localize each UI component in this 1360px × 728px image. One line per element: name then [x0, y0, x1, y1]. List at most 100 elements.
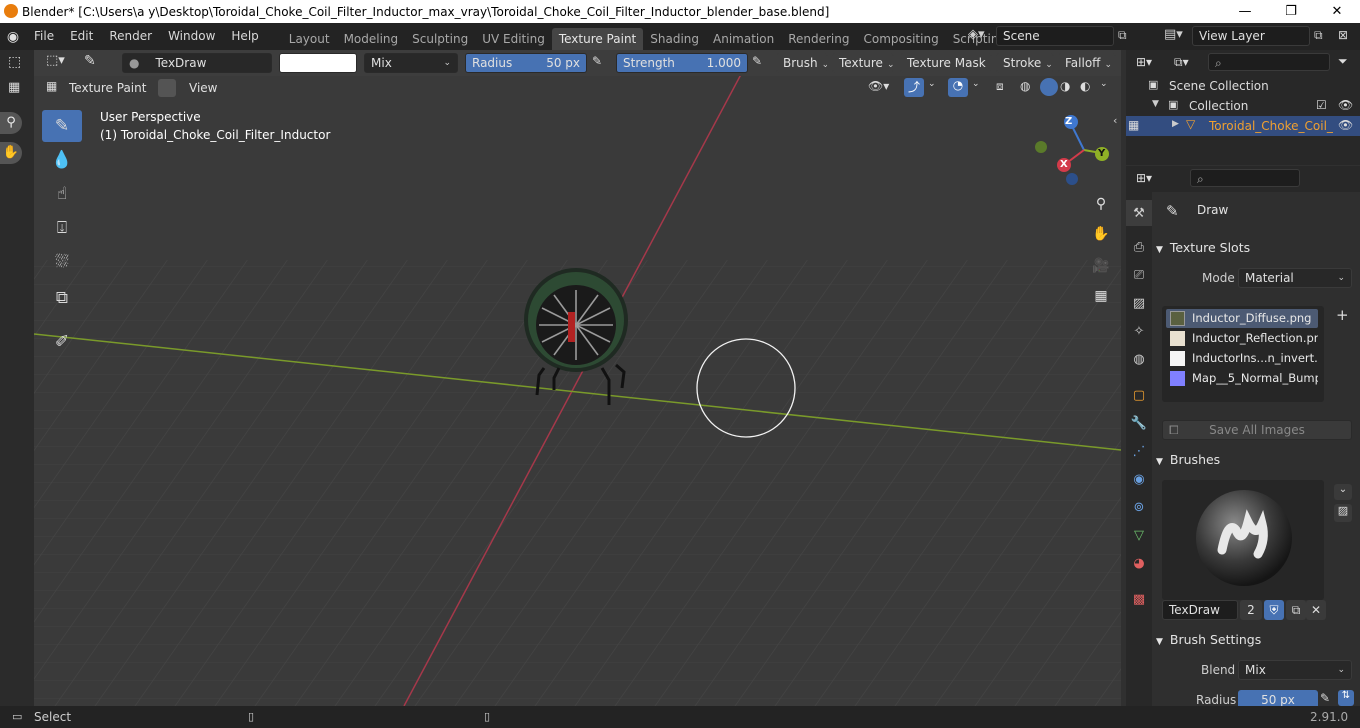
add-texture-slot-button[interactable]: + — [1336, 306, 1349, 324]
object-tab-icon[interactable]: ▢ — [1126, 382, 1152, 408]
filter-icon[interactable]: ⏷ — [1338, 54, 1348, 69]
texture-slots-panel-header[interactable]: ▼ Texture Slots — [1156, 237, 1356, 259]
properties-search-input[interactable]: ⌕ — [1190, 169, 1300, 187]
tab-texture-paint[interactable]: Texture Paint — [551, 27, 644, 50]
gizmo-y-label[interactable]: Y — [1098, 148, 1105, 159]
brush-preview[interactable] — [1162, 480, 1324, 600]
menu-render[interactable]: Render — [101, 23, 160, 50]
particles-tab-icon[interactable]: ⋰ — [1126, 438, 1152, 464]
fake-user-shield-icon[interactable]: ⛨ — [1264, 600, 1284, 620]
zoom-view-icon[interactable]: ⚲ — [1090, 196, 1112, 218]
mode-select[interactable]: Texture Paint⌄ — [62, 78, 152, 98]
maximize-button[interactable]: ❐ — [1268, 0, 1314, 23]
outliner-search-input[interactable]: ⌕ — [1208, 53, 1330, 71]
texture-menu[interactable]: Texture ⌄ — [832, 53, 894, 73]
rendered-shading-icon[interactable]: ◐ — [1080, 79, 1090, 93]
clone-tool-icon[interactable]: ⍗ — [42, 212, 82, 244]
brush-users-count[interactable]: 2 — [1240, 600, 1262, 620]
menu-file[interactable]: File — [26, 23, 62, 50]
brush-image-icon[interactable]: ▨ — [1334, 504, 1352, 522]
texture-slots-mode-select[interactable]: Material ⌄ — [1238, 268, 1352, 288]
render-tab-icon[interactable]: ⎙ — [1126, 234, 1152, 260]
view-menu[interactable]: View — [182, 78, 222, 98]
strength-slider[interactable]: Strength 1.000 — [616, 53, 748, 73]
eye-icon[interactable]: 👁 — [1338, 118, 1353, 132]
tab-compositing[interactable]: Compositing — [856, 28, 945, 50]
tool-settings-menu-icon[interactable]: ⬚▾ — [46, 53, 65, 68]
brush-settings-panel-header[interactable]: ▼ Brush Settings — [1156, 629, 1356, 651]
menu-edit[interactable]: Edit — [62, 23, 101, 50]
strength-pressure-icon[interactable]: ✎ — [752, 54, 762, 68]
outliner-row-collection[interactable]: ▼ ▣ Collection ☑ 👁 — [1126, 96, 1360, 116]
zoom-icon[interactable]: ⚲ — [0, 112, 22, 134]
overlay-toggle-icon[interactable]: ◔ — [948, 78, 968, 97]
constraints-tab-icon[interactable]: ⊚ — [1126, 494, 1152, 520]
unlink-brush-icon[interactable]: ✕ — [1306, 600, 1326, 620]
brushes-panel-header[interactable]: ▼ Brushes — [1156, 449, 1356, 471]
tool-tab-icon[interactable]: ⚒ — [1126, 200, 1152, 226]
texture-slot-item[interactable]: Map__5_Normal_Bump.... — [1166, 369, 1318, 388]
solid-shading-icon[interactable] — [1040, 78, 1058, 96]
save-all-images-button[interactable]: ⧠ Save All Images — [1162, 420, 1352, 440]
scene-icon[interactable]: ◈▾ — [968, 27, 985, 42]
eye-icon[interactable]: 👁 — [1338, 98, 1353, 112]
gizmo-x-label[interactable]: X — [1060, 159, 1068, 170]
fill-tool-icon[interactable]: ⛆ — [42, 246, 82, 278]
brush-menu[interactable]: Brush⌄ — [776, 53, 828, 73]
radius-pressure-icon[interactable]: ✎ — [1320, 691, 1330, 705]
editor-type-icon[interactable]: ⬚ — [8, 54, 21, 70]
properties-editor-icon[interactable]: ⊞▾ — [1136, 171, 1152, 185]
camera-view-icon[interactable]: 🎥 — [1090, 258, 1112, 280]
checker-icon[interactable]: ▦ — [8, 80, 20, 95]
tab-animation[interactable]: Animation — [706, 28, 781, 50]
scene-tab-icon[interactable]: ✧ — [1126, 318, 1152, 344]
minimize-button[interactable]: — — [1222, 0, 1268, 23]
mask-tool-icon[interactable]: ⧉ — [42, 282, 82, 314]
tab-uv-editing[interactable]: UV Editing — [475, 28, 552, 50]
brush-name-field[interactable]: ● TexDraw — [122, 53, 272, 73]
scene-name-field[interactable]: Scene — [996, 26, 1114, 46]
brush-name-field[interactable]: TexDraw — [1162, 600, 1238, 620]
texture-slot-item[interactable]: Inductor_Diffuse.png — [1166, 309, 1318, 328]
radius-unit-icon[interactable]: ⇅ — [1338, 690, 1354, 706]
brush-list-dropdown-icon[interactable]: ⌄ — [1334, 484, 1352, 500]
blend-mode-select[interactable]: Mix ⌄ — [364, 53, 458, 73]
pan-view-icon[interactable]: ✋ — [1090, 226, 1112, 248]
wireframe-shading-icon[interactable]: ◍ — [1020, 79, 1030, 93]
modifier-tab-icon[interactable]: 🔧 — [1126, 410, 1152, 436]
tab-shading[interactable]: Shading — [643, 28, 706, 50]
view-layer-icon[interactable]: ▤▾ — [1164, 27, 1183, 42]
gizmo-toggle-icon[interactable]: ⤴ — [904, 78, 924, 97]
draw-tool-icon[interactable]: ✎ — [42, 110, 82, 142]
blender-menu-icon[interactable]: ◉ — [0, 29, 26, 45]
texture-slot-item[interactable]: InductorIns...n_invert.png — [1166, 349, 1318, 368]
radius-pressure-icon[interactable]: ✎ — [592, 54, 602, 68]
texture-slot-item[interactable]: Inductor_Reflection.png — [1166, 329, 1318, 348]
tab-rendering[interactable]: Rendering — [781, 28, 856, 50]
brush-blend-select[interactable]: Mix ⌄ — [1238, 660, 1352, 680]
outliner-editor-icon[interactable]: ⊞▾ — [1136, 55, 1152, 69]
visibility-eye-icon[interactable]: 👁▾ — [868, 79, 889, 93]
stroke-menu[interactable]: Stroke ⌄ — [996, 53, 1054, 73]
sidebar-toggle-icon[interactable]: ‹ — [1113, 114, 1117, 127]
world-tab-icon[interactable]: ◍ — [1126, 346, 1152, 372]
checkbox-icon[interactable]: ☑ — [1316, 98, 1327, 112]
3d-viewport[interactable]: Z Y X User Perspective (1) Toroidal_Chok… — [34, 50, 1121, 706]
paint-mask-toggle-icon[interactable] — [158, 79, 176, 97]
falloff-menu[interactable]: Falloff ⌄ — [1058, 53, 1116, 73]
tab-layout[interactable]: Layout — [282, 28, 337, 50]
expand-arrow-icon[interactable]: ▼ — [1152, 99, 1159, 109]
chevron-down-icon[interactable]: ⌄ — [928, 79, 936, 89]
duplicate-brush-icon[interactable]: ⧉ — [1286, 600, 1306, 620]
outliner-row-scene-collection[interactable]: ▣ Scene Collection — [1126, 76, 1360, 96]
pan-hand-icon[interactable]: ✋ — [0, 142, 22, 164]
outliner-row-object[interactable]: ▦ ▶ ▽ Toroidal_Choke_Coil_ 👁 — [1126, 116, 1360, 136]
soften-tool-icon[interactable]: 💧 — [42, 144, 82, 176]
chevron-down-icon[interactable]: ⌄ — [1100, 79, 1108, 89]
remove-view-layer-icon[interactable]: ⊠ — [1338, 28, 1348, 42]
smear-tool-icon[interactable]: ☝ — [42, 178, 82, 210]
ortho-grid-icon[interactable]: ▦ — [1090, 288, 1112, 310]
xray-toggle-icon[interactable]: ⧈ — [996, 79, 1004, 94]
brush-color-swatch[interactable] — [279, 53, 357, 73]
physics-tab-icon[interactable]: ◉ — [1126, 466, 1152, 492]
